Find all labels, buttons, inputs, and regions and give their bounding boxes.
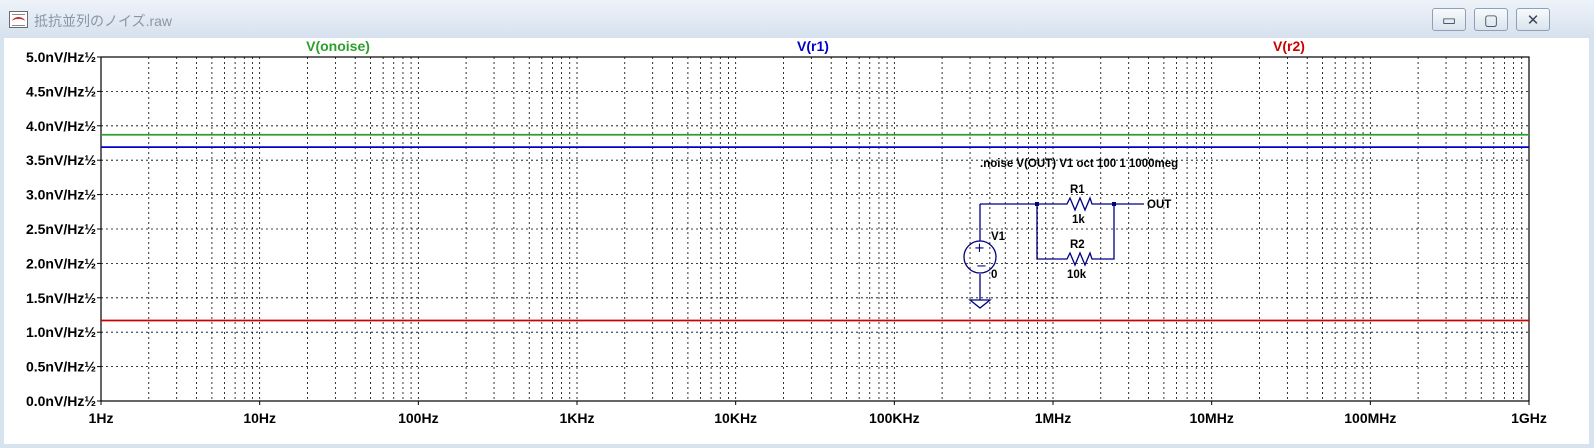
resistor-r2 — [1064, 251, 1094, 267]
window-title: 抵抗並列のノイズ.raw — [34, 13, 173, 29]
x-tick-label: 100MHz — [1344, 410, 1396, 426]
grid-lines — [101, 57, 1529, 401]
waveform-window: 抵抗並列のノイズ.raw ▭ ▢ ✕ 1Hz 10Hz 100Hz 1KHz 10KHz… — [0, 0, 1594, 448]
resistor-r1 — [1064, 196, 1094, 212]
x-tick-label: 10Hz — [243, 410, 276, 426]
ground-symbol — [968, 299, 992, 309]
tick-labels: 1Hz 10Hz 100Hz 1KHz 10KHz 100KHz 1MHz 10MHz 100M… — [26, 49, 1547, 426]
plot-frame — [100, 56, 1530, 402]
plus-sign: + — [974, 241, 985, 256]
x-tick-label: 1Hz — [89, 410, 114, 426]
close-button[interactable]: ✕ — [1516, 8, 1550, 31]
legend-label[interactable]: V(onoise) — [306, 38, 370, 54]
y-tick-label: 2.0nV/Hz½ — [26, 255, 96, 271]
out-label: OUT — [1147, 199, 1171, 211]
close-icon: ✕ — [1526, 11, 1540, 29]
x-tick-label: 1MHz — [1035, 410, 1072, 426]
minimize-icon: ▭ — [1441, 11, 1457, 29]
y-tick-label: 4.5nV/Hz½ — [26, 83, 96, 99]
y-tick-label: 4.0nV/Hz½ — [26, 118, 96, 134]
traces[interactable] — [101, 133, 1529, 322]
r1-value: 1k — [1072, 214, 1085, 226]
x-tick-label: 100KHz — [869, 410, 920, 426]
schematic: .noise V(OUT) V1 oct 100 1 1000meg + − R… — [963, 158, 1178, 309]
x-tick-label: 1KHz — [559, 410, 594, 426]
y-tick-label: 1.5nV/Hz½ — [26, 290, 96, 306]
legend-label[interactable]: V(r2) — [1273, 38, 1305, 54]
y-tick-label: 2.5nV/Hz½ — [26, 221, 96, 237]
y-tick-label: 1.0nV/Hz½ — [26, 324, 96, 340]
waveform-file-icon — [9, 11, 28, 28]
maximize-icon: ▢ — [1483, 11, 1499, 29]
legend-label[interactable]: V(r1) — [797, 38, 829, 54]
r2-name: R2 — [1070, 239, 1085, 251]
noise-plot[interactable]: 1Hz 10Hz 100Hz 1KHz 10KHz 100KHz 1MHz 10MHz 100M… — [4, 38, 1589, 444]
x-tick-label: 10KHz — [714, 410, 757, 426]
title-bar[interactable]: 抵抗並列のノイズ.raw ▭ ▢ ✕ — [0, 0, 1594, 38]
v1-value: 0 — [991, 269, 997, 281]
x-tick-label: 1GHz — [1511, 410, 1547, 426]
node-dot-left — [1035, 202, 1039, 206]
maximize-button[interactable]: ▢ — [1474, 8, 1508, 31]
y-tick-label: 5.0nV/Hz½ — [26, 49, 96, 65]
trace-legend[interactable]: V(onoise) V(r1) V(r2) — [306, 38, 1305, 54]
noise-directive: .noise V(OUT) V1 oct 100 1 1000meg — [980, 158, 1178, 170]
x-tick-label: 10MHz — [1189, 410, 1233, 426]
plot-pane[interactable]: 1Hz 10Hz 100Hz 1KHz 10KHz 100KHz 1MHz 10MHz 100M… — [4, 38, 1589, 444]
y-tick-label: 0.0nV/Hz½ — [26, 393, 96, 409]
r1-name: R1 — [1070, 184, 1085, 196]
y-tick-label: 3.0nV/Hz½ — [26, 187, 96, 203]
v1-name: V1 — [991, 231, 1006, 243]
node-dot-right — [1112, 202, 1116, 206]
y-tick-label: 0.5nV/Hz½ — [26, 359, 96, 375]
minimize-button[interactable]: ▭ — [1432, 8, 1466, 31]
y-tick-label: 3.5nV/Hz½ — [26, 152, 96, 168]
minus-sign: − — [976, 259, 987, 274]
r2-value: 10k — [1067, 269, 1087, 281]
x-tick-label: 100Hz — [398, 410, 438, 426]
